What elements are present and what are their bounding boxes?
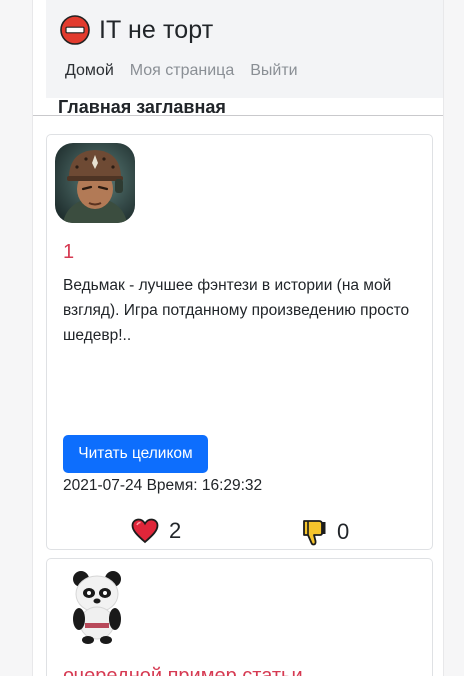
dislike-count: 0 [337,519,350,544]
divider [33,115,443,116]
brand[interactable]: IT не торт [60,15,213,45]
nav-logout[interactable]: Выйти [250,62,297,80]
read-more-button[interactable]: Читать целиком [63,435,208,473]
post-card: очередной пример статьи [46,558,433,676]
page-container: IT не торт Домой Моя страница Выйти Глав… [32,0,444,676]
post-meta: 2021-07-24 Время: 16:29:32 [63,477,263,494]
dislike-button[interactable]: 0 [301,518,349,546]
heart-icon [131,518,159,544]
soldier-helmet-avatar [55,143,135,223]
nav-my-page[interactable]: Моя страница [130,62,234,80]
post-title[interactable]: очередной пример статьи [63,665,303,676]
panda-avatar [55,567,135,647]
brand-title: IT не торт [99,15,214,44]
nav-home[interactable]: Домой [65,62,114,80]
thumbs-down-icon [303,520,326,546]
post-text: Ведьмак - лучшее фэнтези в истории (на м… [63,277,410,344]
header: IT не торт Домой Моя страница Выйти [46,0,443,98]
like-count: 2 [169,518,182,543]
no-entry-icon [60,15,90,45]
post-title[interactable]: 1 [63,241,74,264]
like-button[interactable]: 2 [131,518,181,544]
main-nav: Домой Моя страница Выйти [65,62,314,80]
post-card: 1 Ведьмак - лучшее фэнтези в истории (на… [46,134,433,550]
